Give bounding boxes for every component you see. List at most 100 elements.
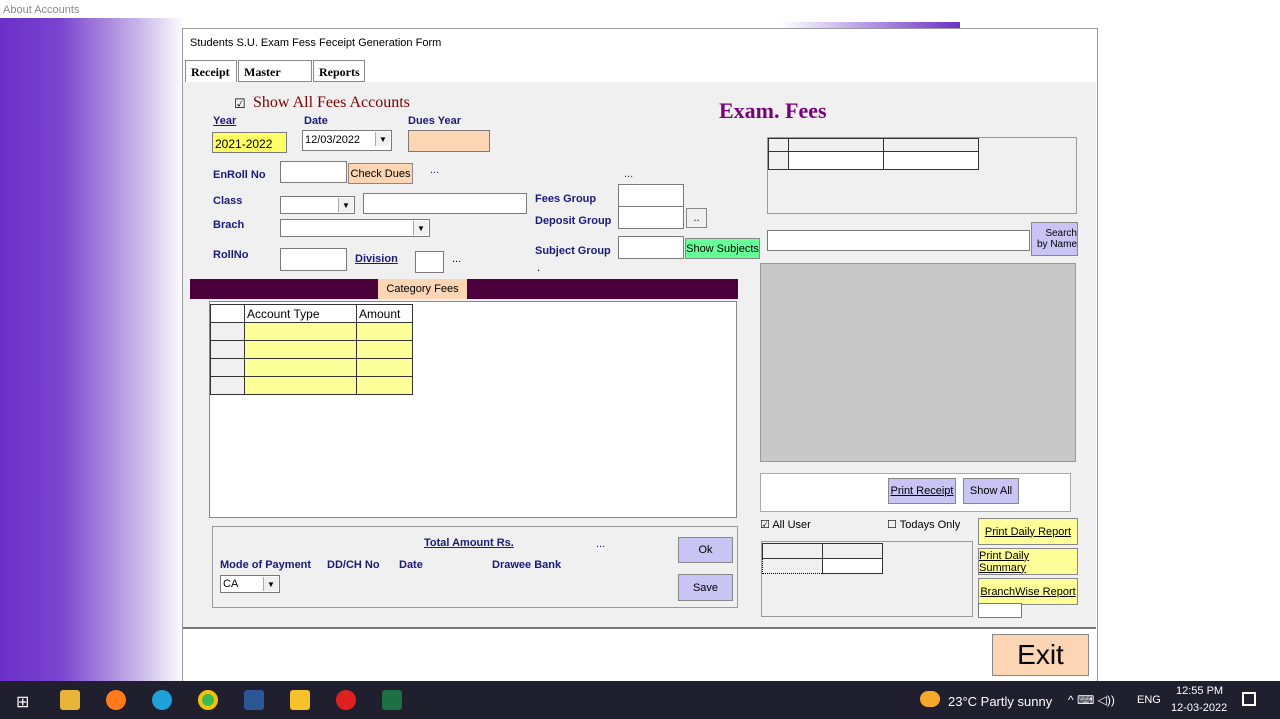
mini-grid-box	[767, 137, 1077, 214]
table-row[interactable]	[210, 358, 413, 377]
class-name-field[interactable]	[363, 193, 527, 214]
tray-icons[interactable]: ^ ⌨ ◁))	[1068, 693, 1115, 707]
weather-icon[interactable]	[920, 691, 940, 707]
show-all-checkbox[interactable]: ☑	[234, 96, 246, 112]
branch-select[interactable]: ▼	[280, 219, 430, 237]
results-list[interactable]	[760, 263, 1076, 462]
year-label: Year	[213, 115, 237, 127]
bottom-strip	[183, 627, 1096, 683]
top-bar	[0, 0, 1280, 18]
branch-label: Brach	[213, 219, 245, 231]
clock-date[interactable]: 12-03-2022	[1171, 702, 1227, 714]
date-label: Date	[304, 115, 328, 127]
file-explorer-icon[interactable]	[60, 690, 80, 710]
table-row[interactable]	[210, 340, 413, 359]
subject-group-label: Subject Group	[535, 245, 611, 257]
app-title: About Accounts	[3, 4, 80, 16]
table-header-row: Account Type Amount	[210, 304, 413, 323]
search-input[interactable]	[767, 230, 1030, 251]
class-label: Class	[213, 195, 243, 207]
branchwise-report-button[interactable]: BranchWise Report	[978, 578, 1078, 605]
division-label: Division	[355, 253, 398, 265]
fees-grid[interactable]: Account Type Amount	[209, 301, 737, 518]
print-daily-summary-button[interactable]: Print Daily Summary	[978, 548, 1078, 575]
date2-label: Date	[399, 559, 423, 571]
total-label: Total Amount Rs.	[424, 537, 514, 549]
search-by-name-button[interactable]: Search by Name	[1031, 222, 1078, 256]
enroll-label: EnRoll No	[213, 169, 266, 181]
tab-reports[interactable]: Reports	[313, 60, 365, 82]
tab-master-data[interactable]: Master Data	[238, 60, 312, 94]
date-picker[interactable]: 12/03/2022 ▼	[302, 130, 392, 151]
edge-icon[interactable]	[152, 690, 172, 710]
deposit-group-field[interactable]	[618, 206, 684, 229]
all-user-label: All User	[772, 519, 811, 531]
check-dues-button[interactable]: Check Dues	[348, 163, 413, 184]
show-subjects-button[interactable]: Show Subjects	[685, 238, 760, 259]
deposit-group-button[interactable]: ..	[686, 208, 707, 228]
firefox-icon[interactable]	[106, 690, 126, 710]
mode-value: CA	[223, 578, 239, 590]
user-grid-box	[761, 541, 973, 617]
exit-button[interactable]: Exit	[992, 634, 1089, 676]
word-icon[interactable]	[244, 690, 264, 710]
header-amount: Amount	[356, 304, 413, 323]
rollno-label: RollNo	[213, 249, 249, 261]
all-user-checkbox[interactable]: ☑ All User	[760, 518, 811, 531]
dues-year-field[interactable]	[408, 130, 490, 152]
mini-table	[768, 138, 979, 170]
mode-select[interactable]: CA ▼	[220, 575, 280, 593]
group-ellipsis: ...	[624, 168, 634, 180]
deposit-group-label: Deposit Group	[535, 215, 612, 227]
save-button[interactable]: Save	[678, 574, 733, 601]
print-receipt-button[interactable]: Print Receipt	[888, 478, 956, 504]
excel-icon[interactable]	[382, 690, 402, 710]
subject-group-field[interactable]	[618, 236, 684, 259]
class-select[interactable]: ▼	[280, 196, 355, 214]
show-all-label: Show All Fees Accounts	[253, 94, 410, 111]
rollno-field[interactable]	[280, 248, 347, 271]
weather-text[interactable]: 23°C Partly sunny	[948, 694, 1052, 709]
year-field[interactable]: 2021-2022	[212, 132, 287, 153]
mode-label: Mode of Payment	[220, 559, 312, 571]
clock-time[interactable]: 12:55 PM	[1176, 685, 1223, 697]
opera-icon[interactable]	[336, 690, 356, 710]
window-title: Students S.U. Exam Fess Feceipt Generati…	[190, 37, 442, 49]
dues-year-label: Dues Year	[408, 115, 462, 127]
print-daily-report-button[interactable]: Print Daily Report	[978, 518, 1078, 545]
chevron-down-icon[interactable]: ▼	[413, 221, 428, 235]
sticky-notes-icon[interactable]	[290, 690, 310, 710]
chrome-icon[interactable]	[198, 690, 218, 710]
header-account-type: Account Type	[244, 304, 357, 323]
date-value: 12/03/2022	[305, 134, 361, 146]
enroll-field[interactable]	[280, 161, 347, 183]
table-row[interactable]	[210, 322, 413, 341]
user-table	[762, 543, 883, 574]
fees-group-label: Fees Group	[535, 193, 597, 205]
fees-group-field[interactable]	[618, 184, 684, 207]
branch-code-field[interactable]	[978, 603, 1022, 618]
ok-button[interactable]: Ok	[678, 537, 733, 563]
tab-receipt[interactable]: Receipt	[185, 60, 237, 82]
ddch-label: DD/CH No	[327, 559, 380, 571]
division-ellipsis: ...	[452, 253, 462, 265]
show-all-button[interactable]: Show All	[963, 478, 1019, 504]
table-row[interactable]	[210, 376, 413, 395]
windows-start-icon[interactable]: ⊞	[16, 692, 29, 712]
notification-icon[interactable]	[1242, 692, 1256, 706]
total-ellipsis: ...	[596, 538, 606, 550]
fees-table: Account Type Amount	[210, 304, 413, 395]
chevron-down-icon[interactable]: ▼	[263, 577, 278, 591]
drawee-label: Drawee Bank	[492, 559, 562, 571]
language-indicator[interactable]: ENG	[1137, 694, 1161, 706]
dot-label: .	[537, 262, 541, 274]
todays-only-label: Todays Only	[899, 519, 961, 531]
category-fees-button[interactable]: Category Fees	[378, 279, 467, 299]
chevron-down-icon[interactable]: ▼	[375, 132, 390, 146]
division-field[interactable]	[415, 251, 444, 273]
chevron-down-icon[interactable]: ▼	[338, 198, 353, 212]
page-heading: Exam. Fees	[719, 98, 827, 123]
row-selector	[210, 304, 245, 323]
todays-only-checkbox[interactable]: ☐ Todays Only	[887, 518, 960, 531]
enroll-ellipsis: ...	[430, 164, 440, 176]
